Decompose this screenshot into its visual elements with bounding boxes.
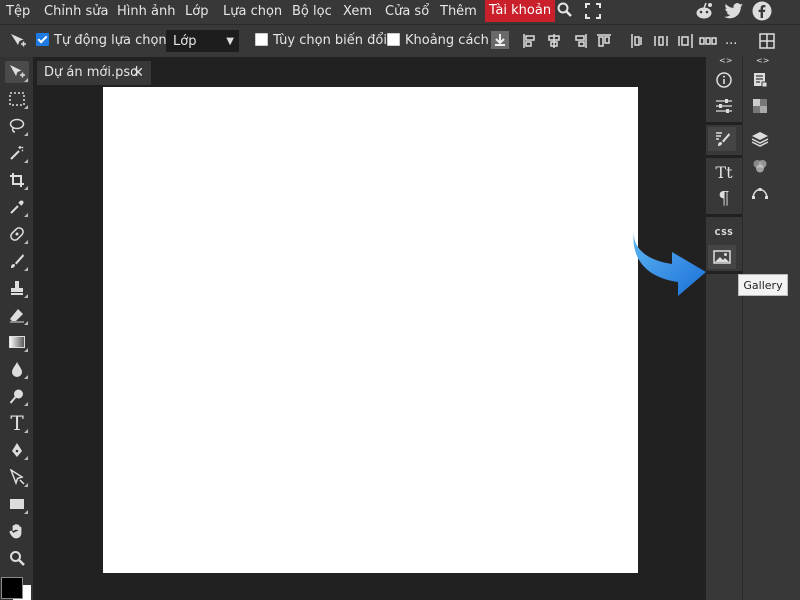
distribute-left-icon[interactable]: [631, 33, 647, 49]
hand-tool-button[interactable]: [5, 520, 29, 542]
align-left-icon[interactable]: [522, 33, 538, 49]
css-panel-button[interactable]: CSS: [710, 220, 738, 244]
dodge-tool-button[interactable]: [5, 385, 29, 407]
panel-column-divider: [742, 56, 743, 600]
grid-layout-icon[interactable]: [759, 33, 775, 49]
menu-more[interactable]: Thêm: [440, 0, 477, 24]
adjustments-icon[interactable]: [710, 94, 738, 118]
panel-group-divider: [706, 214, 742, 217]
tab-document[interactable]: Dự án mới.psd ✕: [37, 61, 151, 85]
character-icon[interactable]: Tt: [710, 160, 738, 184]
gallery-tooltip: Gallery: [738, 274, 788, 296]
search-icon[interactable]: [557, 2, 573, 26]
tools-panel: T: [0, 57, 33, 600]
marquee-tool-button[interactable]: [5, 88, 29, 110]
layer-select-value: Lớp: [173, 34, 197, 49]
brush-tool-button[interactable]: [5, 250, 29, 272]
menu-bar: Tệp Chỉnh sửa Hình ảnh Lớp Lựa chọn Bộ l…: [0, 0, 800, 24]
history-icon[interactable]: [746, 68, 774, 92]
eyedropper-tool-button[interactable]: [5, 196, 29, 218]
pen-tool-button[interactable]: [5, 439, 29, 461]
distribute-spacing-icon[interactable]: [699, 33, 717, 49]
move-tool-icon: [9, 25, 27, 57]
menu-layer[interactable]: Lớp: [185, 0, 208, 24]
menu-image[interactable]: Hình ảnh: [117, 0, 175, 24]
distribute-right-icon[interactable]: [677, 33, 693, 49]
collapse-left-toggle[interactable]: <>: [719, 56, 732, 66]
align-right-icon[interactable]: [572, 33, 588, 49]
menu-filter[interactable]: Bộ lọc: [292, 0, 332, 24]
auto-select-check[interactable]: [36, 33, 49, 46]
rectangle-tool-button[interactable]: [5, 493, 29, 515]
foreground-color-swatch[interactable]: [1, 577, 23, 599]
panel-group-divider: [706, 122, 742, 125]
annotation-arrow-icon: [633, 230, 706, 296]
spacing-check[interactable]: [387, 33, 400, 46]
transform-label: Tùy chọn biến đổi: [273, 33, 387, 48]
menu-select[interactable]: Lựa chọn: [223, 0, 282, 24]
transform-check[interactable]: [255, 33, 268, 46]
paths-icon[interactable]: [746, 180, 774, 204]
facebook-icon[interactable]: [752, 1, 772, 25]
document-canvas[interactable]: [103, 87, 638, 573]
options-bar: Tự động lựa chọn Lớp ▼ Tùy chọn biến đổi…: [0, 24, 800, 57]
spacing-label: Khoảng cách: [405, 33, 489, 48]
twitter-icon[interactable]: [724, 2, 744, 26]
layer-select-dropdown[interactable]: Lớp ▼: [166, 30, 239, 52]
paragraph-icon[interactable]: ¶: [710, 186, 738, 210]
transform-controls-checkbox[interactable]: Tùy chọn biến đổi: [255, 25, 387, 57]
close-icon[interactable]: ✕: [132, 61, 144, 85]
brush-settings-icon[interactable]: [708, 127, 736, 151]
lasso-tool-button[interactable]: [5, 115, 29, 137]
auto-select-label: Tự động lựa chọn: [54, 33, 167, 48]
panel-group-divider: [706, 155, 742, 158]
reddit-icon[interactable]: [694, 2, 714, 26]
align-center-icon[interactable]: [546, 33, 562, 49]
more-options-button[interactable]: ...: [725, 25, 737, 57]
move-tool-button[interactable]: [5, 61, 29, 83]
menu-edit[interactable]: Chỉnh sửa: [44, 0, 109, 24]
magic-wand-tool-button[interactable]: [5, 142, 29, 164]
crop-tool-button[interactable]: [5, 169, 29, 191]
eraser-tool-button[interactable]: [5, 304, 29, 326]
auto-select-checkbox[interactable]: Tự động lựa chọn: [36, 25, 167, 57]
download-icon[interactable]: [490, 30, 510, 52]
menu-window[interactable]: Cửa sổ: [385, 0, 429, 24]
document-tab-title: Dự án mới.psd: [44, 65, 139, 80]
zoom-tool-button[interactable]: [5, 547, 29, 569]
spacing-checkbox[interactable]: Khoảng cách: [387, 25, 489, 57]
healing-brush-tool-button[interactable]: [5, 223, 29, 245]
collapse-right-toggle[interactable]: <>: [756, 56, 769, 66]
menu-view[interactable]: Xem: [343, 0, 372, 24]
gallery-icon[interactable]: [708, 245, 736, 269]
info-icon[interactable]: [710, 68, 738, 92]
swatches-icon[interactable]: [746, 94, 774, 118]
panel-group-divider: [706, 271, 742, 274]
menu-account[interactable]: Tài khoản: [485, 0, 556, 22]
chevron-down-icon: ▼: [226, 36, 234, 47]
clone-stamp-tool-button[interactable]: [5, 277, 29, 299]
document-tabs: Dự án mới.psd ✕: [33, 57, 705, 85]
channels-icon[interactable]: [746, 154, 774, 178]
layers-icon[interactable]: [746, 127, 774, 151]
gradient-tool-button[interactable]: [5, 331, 29, 353]
path-select-tool-button[interactable]: [5, 466, 29, 488]
align-top-icon[interactable]: [596, 33, 612, 49]
menu-file[interactable]: Tệp: [6, 0, 30, 24]
type-tool-icon[interactable]: T: [5, 411, 29, 435]
distribute-center-icon[interactable]: [653, 33, 669, 49]
blur-tool-button[interactable]: [5, 358, 29, 380]
